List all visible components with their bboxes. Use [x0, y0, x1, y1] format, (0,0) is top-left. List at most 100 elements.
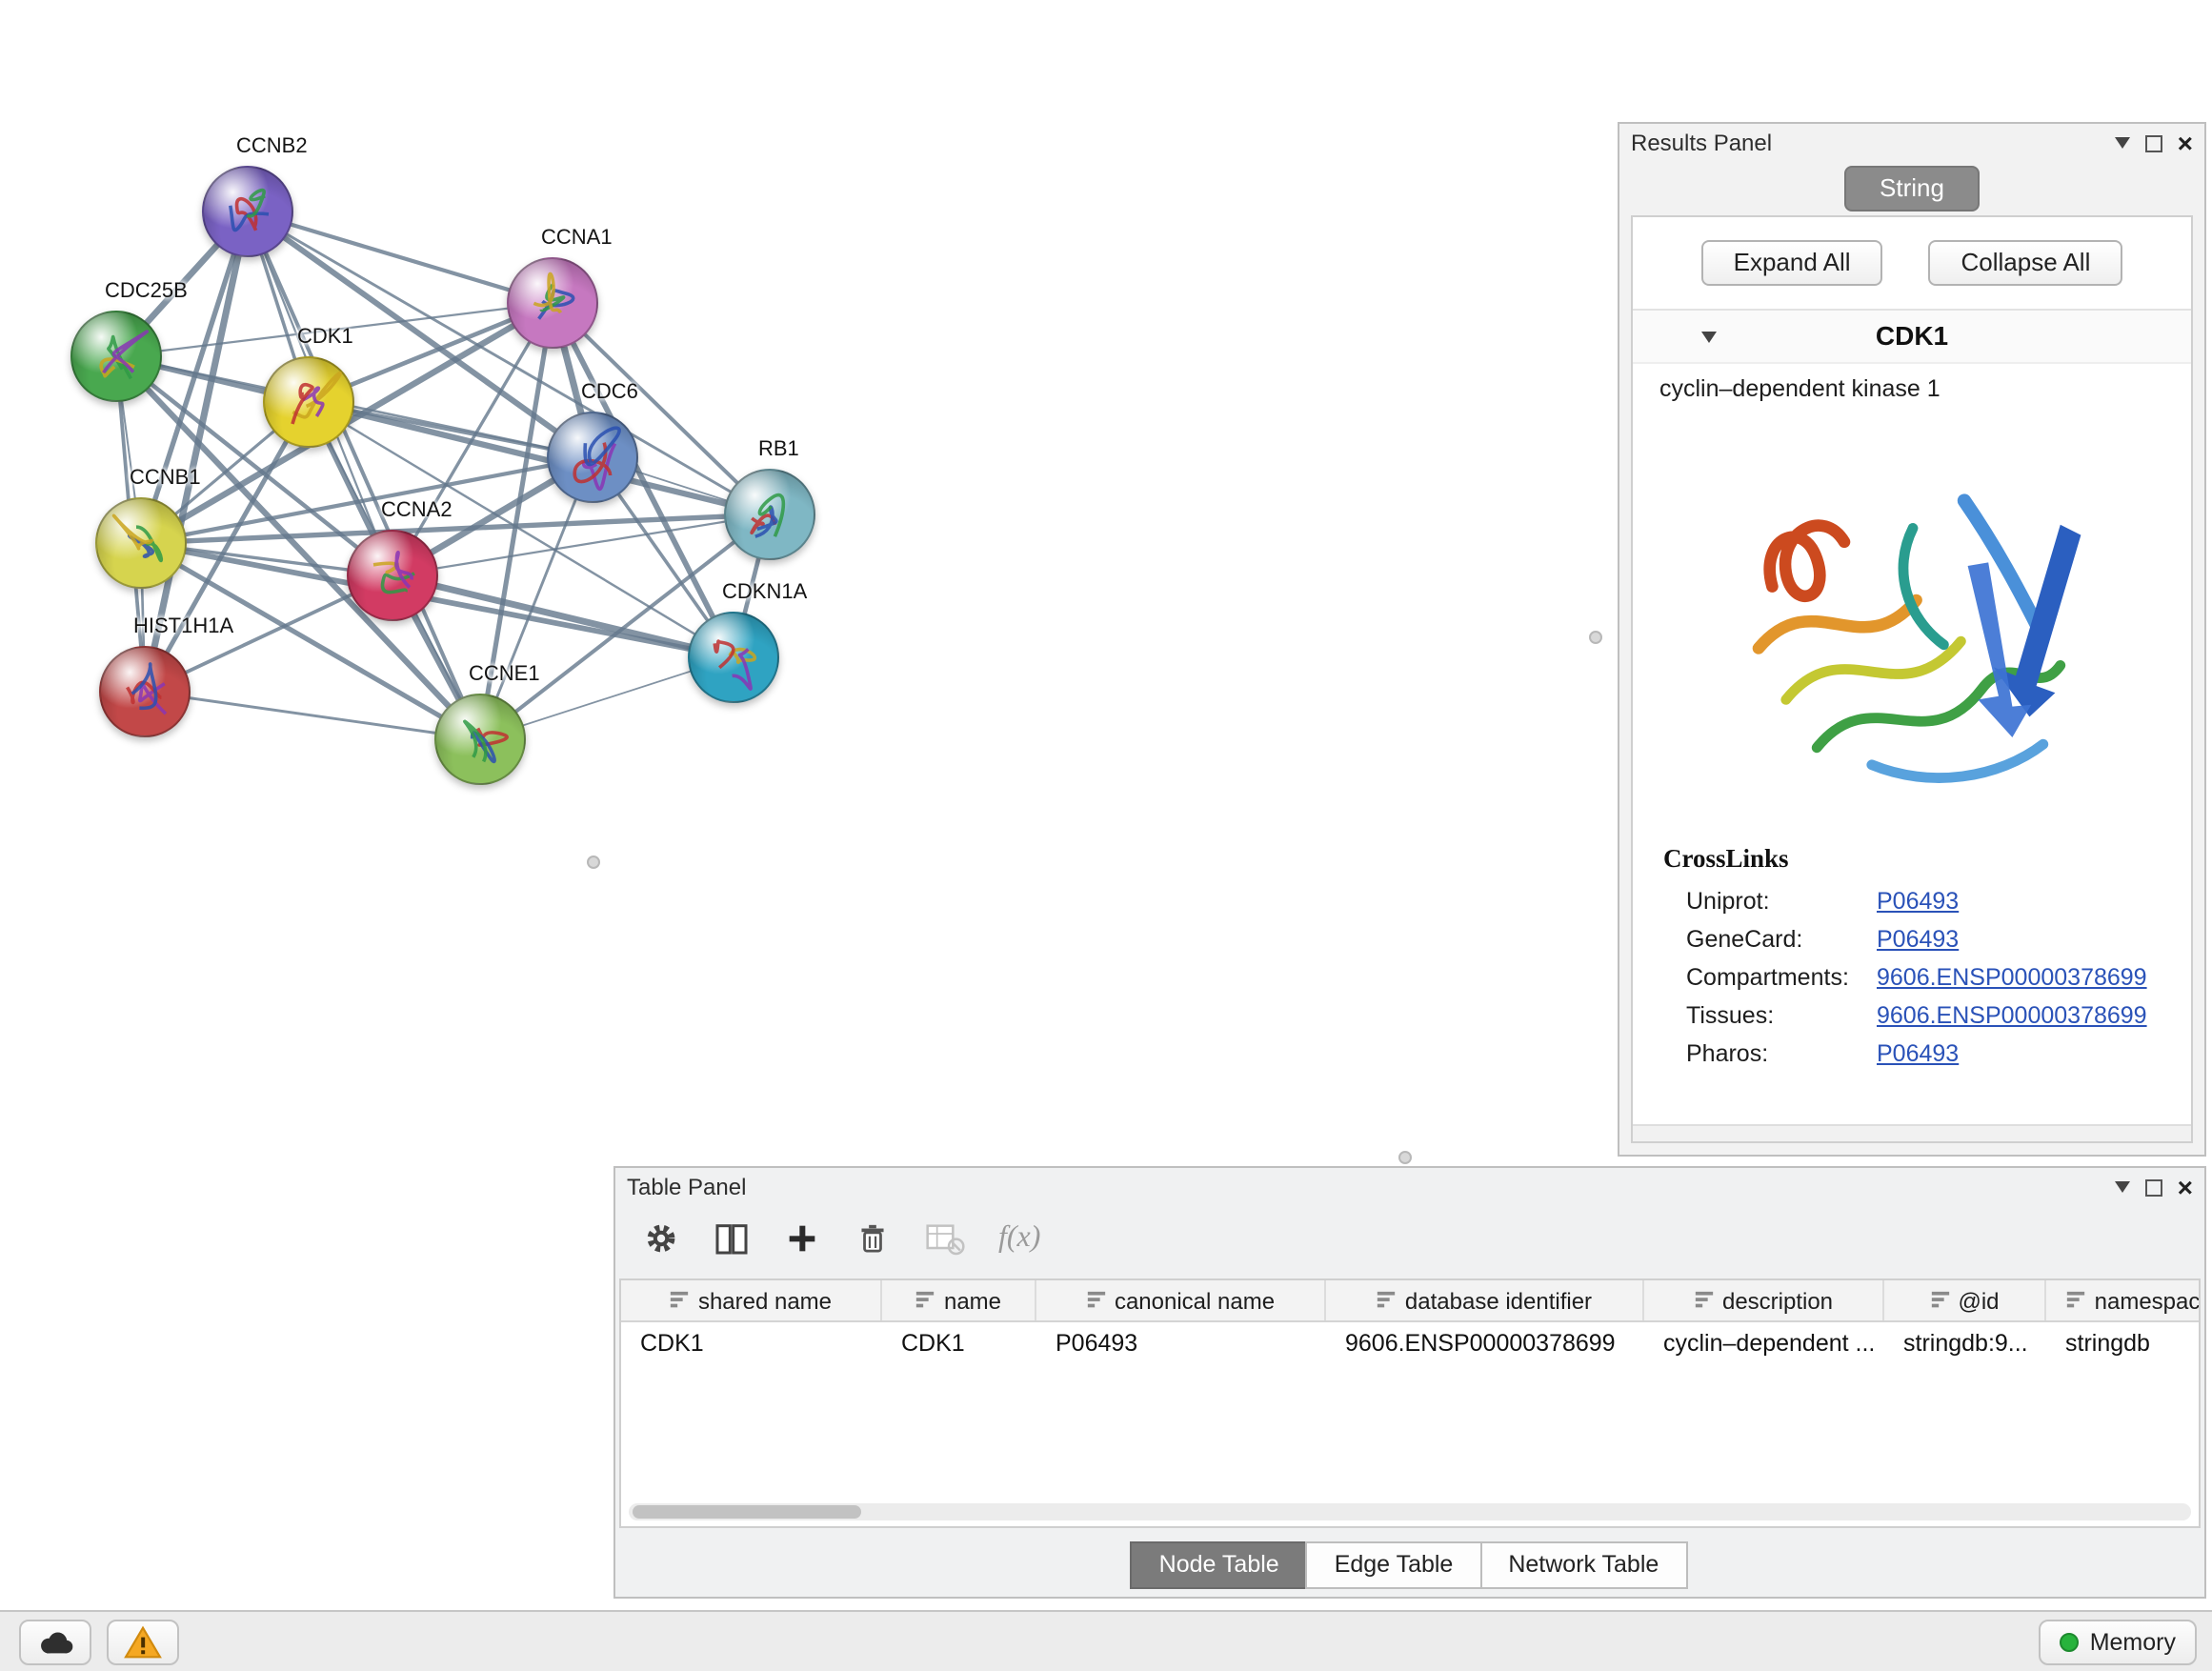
crosslink-row: Pharos:P06493 [1633, 1035, 2191, 1073]
expand-all-button[interactable]: Expand All [1701, 240, 1883, 286]
tab-edge-table[interactable]: Edge Table [1306, 1541, 1482, 1589]
column-header-canonical-name[interactable]: canonical name [1036, 1280, 1326, 1320]
node-label-cdc25b: CDC25B [105, 280, 188, 303]
network-node-ccnb2[interactable] [202, 166, 293, 257]
network-node-cdkn1a[interactable] [688, 612, 779, 703]
crosslink-link-tissues[interactable]: 9606.ENSP00000378699 [1877, 1002, 2147, 1029]
table-row[interactable]: CDK1CDK1P064939606.ENSP00000378699cyclin… [621, 1322, 2199, 1364]
network-node-ccne1[interactable] [434, 694, 526, 785]
column-header-namespac[interactable]: namespac [2046, 1280, 2201, 1320]
table-panel-menu-icon[interactable] [2115, 1181, 2130, 1193]
gene-description: cyclin–dependent kinase 1 [1633, 364, 2191, 406]
node-label-ccne1: CCNE1 [469, 663, 540, 686]
cell-name: CDK1 [882, 1322, 1036, 1364]
table-hscrollbar[interactable] [629, 1503, 2191, 1520]
node-label-cdk1: CDK1 [297, 326, 353, 349]
results-panel-float-icon[interactable] [2145, 134, 2162, 151]
status-bar: Memory [0, 1610, 2212, 1671]
crosslink-label-genecard: GeneCard: [1686, 926, 1877, 953]
table-panel-title: Table Panel [627, 1174, 746, 1200]
cell-description: cyclin–dependent ... [1644, 1322, 1884, 1364]
node-label-rb1: RB1 [758, 438, 799, 461]
memory-label: Memory [2090, 1629, 2176, 1656]
columns-icon[interactable] [713, 1219, 751, 1258]
collapse-all-button[interactable]: Collapse All [1929, 240, 2123, 286]
crosslink-label-pharos: Pharos: [1686, 1040, 1877, 1067]
column-header-description[interactable]: description [1644, 1280, 1884, 1320]
node-label-ccnb1: CCNB1 [130, 467, 201, 490]
crosslink-label-tissues: Tissues: [1686, 1002, 1877, 1029]
tab-node-table[interactable]: Node Table [1131, 1541, 1308, 1589]
crosslink-link-compartments[interactable]: 9606.ENSP00000378699 [1877, 964, 2147, 991]
network-node-cdk1[interactable] [263, 356, 354, 448]
crosslink-row: Tissues:9606.ENSP00000378699 [1633, 997, 2191, 1035]
bottom-splitter-handle[interactable] [1398, 1151, 1412, 1164]
tab-string[interactable]: String [1843, 166, 1981, 211]
table-hscrollbar-thumb[interactable] [633, 1505, 861, 1519]
cloud-icon [34, 1627, 76, 1658]
right-splitter-handle[interactable] [1589, 631, 1602, 644]
network-node-rb1[interactable] [724, 469, 815, 560]
node-table: shared namenamecanonical namedatabase id… [619, 1278, 2201, 1528]
network-node-cdc6[interactable] [547, 412, 638, 503]
crosslink-row: Compartments:9606.ENSP00000378699 [1633, 958, 2191, 997]
protein-structure-image [1706, 421, 2118, 814]
crosslinks-list: Uniprot:P06493GeneCard:P06493Compartment… [1633, 882, 2191, 1073]
tab-network-table[interactable]: Network Table [1479, 1541, 1687, 1589]
string-results-box: Expand All Collapse All CDK1 cyclin–depe… [1631, 215, 2193, 1143]
table-header-row: shared namenamecanonical namedatabase id… [621, 1280, 2199, 1322]
network-node-ccna1[interactable] [507, 257, 598, 349]
cell-database-identifier: 9606.ENSP00000378699 [1326, 1322, 1644, 1364]
crosslink-row: Uniprot:P06493 [1633, 882, 2191, 920]
results-panel-close-icon[interactable]: × [2178, 130, 2193, 156]
crosslinks-title: CrossLinks [1633, 821, 2191, 882]
cell-namespac: stringdb [2046, 1322, 2201, 1364]
add-column-icon[interactable] [783, 1219, 821, 1258]
table-toolbar: f(x) [615, 1206, 2204, 1267]
application-window: Session: New Session [0, 0, 2212, 1671]
gene-name: CDK1 [1633, 320, 2191, 351]
node-label-ccnb2: CCNB2 [236, 135, 308, 158]
crosslink-label-uniprot: Uniprot: [1686, 888, 1877, 915]
crosslink-row: GeneCard:P06493 [1633, 920, 2191, 958]
table-tabs: Node TableEdge TableNetwork Table [615, 1541, 2204, 1589]
table-body: CDK1CDK1P064939606.ENSP00000378699cyclin… [621, 1322, 2199, 1364]
cloud-button[interactable] [19, 1620, 91, 1665]
table-panel-close-icon[interactable]: × [2178, 1174, 2193, 1200]
network-node-ccnb1[interactable] [95, 497, 187, 589]
node-label-cdkn1a: CDKN1A [722, 581, 807, 604]
column-header-shared-name[interactable]: shared name [621, 1280, 882, 1320]
network-node-ccna2[interactable] [347, 530, 438, 621]
warnings-button[interactable] [107, 1620, 179, 1665]
delete-table-icon[interactable] [924, 1219, 966, 1258]
node-label-ccna2: CCNA2 [381, 499, 452, 522]
crosslink-link-pharos[interactable]: P06493 [1877, 1040, 1959, 1067]
function-builder-button[interactable]: f(x) [998, 1221, 1040, 1256]
left-splitter-handle[interactable] [587, 856, 600, 869]
column-header-name[interactable]: name [882, 1280, 1036, 1320]
results-panel: Results Panel × String Expand All Collap… [1618, 122, 2206, 1157]
cell-canonical-name: P06493 [1036, 1322, 1326, 1364]
cell-shared-name: CDK1 [621, 1322, 882, 1364]
node-label-ccna1: CCNA1 [541, 227, 613, 250]
results-panel-title: Results Panel [1631, 130, 1772, 156]
results-panel-menu-icon[interactable] [2115, 137, 2130, 149]
delete-column-icon[interactable] [854, 1219, 892, 1258]
memory-status-dot [2060, 1633, 2079, 1652]
network-node-hist1h1a[interactable] [99, 646, 191, 737]
crosslink-link-genecard[interactable]: P06493 [1877, 926, 1959, 953]
gene-section-header[interactable]: CDK1 [1633, 311, 2191, 364]
crosslink-label-compartments: Compartments: [1686, 964, 1877, 991]
table-gear-icon[interactable] [642, 1219, 680, 1258]
column-header-database-identifier[interactable]: database identifier [1326, 1280, 1644, 1320]
column-header-id[interactable]: @id [1884, 1280, 2046, 1320]
crosslink-link-uniprot[interactable]: P06493 [1877, 888, 1959, 915]
warning-icon [124, 1625, 162, 1660]
cell-id: stringdb:9... [1884, 1322, 2046, 1364]
memory-button[interactable]: Memory [2039, 1620, 2197, 1665]
table-panel: Table Panel × [613, 1166, 2206, 1599]
table-panel-float-icon[interactable] [2145, 1178, 2162, 1196]
results-scrollbar[interactable] [1633, 1124, 2191, 1141]
network-node-cdc25b[interactable] [70, 311, 162, 402]
node-label-hist1h1a: HIST1H1A [133, 615, 233, 638]
